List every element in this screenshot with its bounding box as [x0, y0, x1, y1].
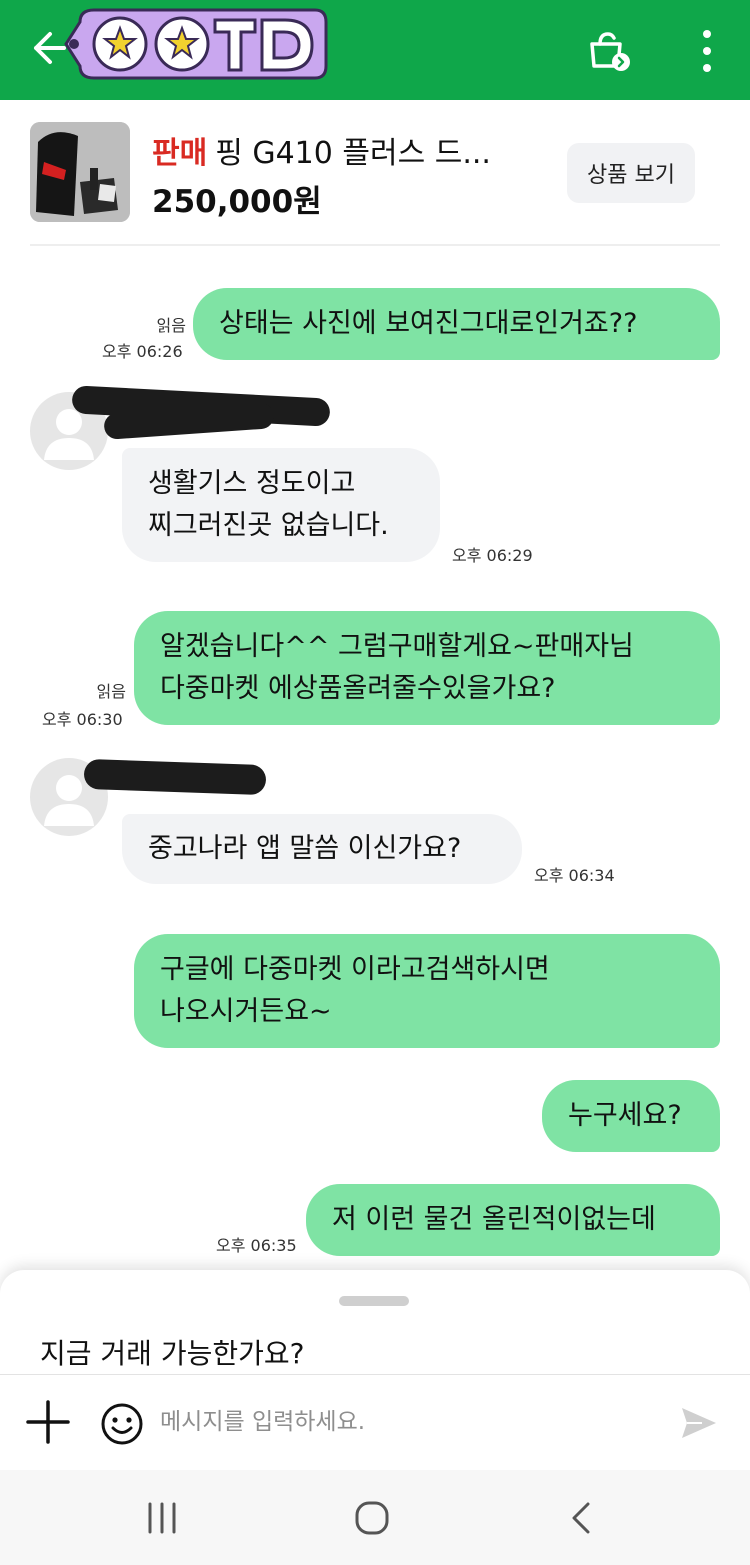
- message-text-line: 나오시거든요~: [160, 996, 332, 1027]
- system-nav-bar: [0, 1470, 750, 1565]
- message-time: 오후 06:26: [102, 342, 183, 361]
- message-time: 오후 06:35: [216, 1236, 297, 1255]
- outgoing-message[interactable]: 알겠습니다^^ 그럼구매할게요~판매자님 다중마켓 에상품올려줄수있을가요?: [134, 611, 720, 725]
- composer-divider: [0, 1374, 750, 1375]
- sheet-drag-handle[interactable]: [339, 1296, 409, 1306]
- back-nav-icon[interactable]: [562, 1498, 602, 1538]
- plus-icon[interactable]: [24, 1398, 72, 1446]
- product-title: 핑 G410 플러스 드...: [215, 136, 491, 171]
- message-text-line: 다중마켓 에상품올려줄수있을가요?: [160, 673, 556, 704]
- app-header: [0, 0, 750, 100]
- sale-status-label: 판매: [152, 136, 208, 171]
- message-time: 오후 06:34: [534, 866, 615, 885]
- product-thumbnail[interactable]: [30, 122, 130, 222]
- incoming-message[interactable]: 중고나라 앱 말씀 이신가요?: [122, 814, 522, 884]
- golf-driver-image: [30, 122, 130, 222]
- send-icon[interactable]: [678, 1402, 720, 1444]
- recent-apps-icon[interactable]: [142, 1498, 182, 1538]
- message-text: 중고나라 앱 말씀 이신가요?: [148, 833, 462, 864]
- message-text: 저 이런 물건 올린적이없는데: [332, 1204, 656, 1235]
- message-text-line: 구글에 다중마켓 이라고검색하시면: [160, 954, 550, 985]
- read-receipt: 읽음: [96, 682, 126, 701]
- message-time: 오후 06:30: [42, 710, 123, 729]
- product-title-line: 판매 핑 G410 플러스 드...: [152, 128, 491, 172]
- view-product-button[interactable]: 상품 보기: [567, 143, 695, 203]
- ootd-sticker: [64, 8, 328, 80]
- quick-reply-suggestion[interactable]: 지금 거래 가능한가요?: [40, 1332, 305, 1372]
- message-text-line: 생활기스 정도이고: [148, 468, 356, 499]
- message-input[interactable]: [160, 1398, 660, 1446]
- incoming-message[interactable]: 생활기스 정도이고 찌그러진곳 없습니다.: [122, 448, 440, 562]
- message-time: 오후 06:29: [452, 546, 533, 565]
- product-bar[interactable]: 판매 핑 G410 플러스 드... 250,000원 상품 보기: [0, 100, 750, 246]
- outgoing-message[interactable]: 상태는 사진에 보여진그대로인거죠??: [193, 288, 720, 360]
- message-text-line: 찌그러진곳 없습니다.: [148, 510, 389, 541]
- message-text: 상태는 사진에 보여진그대로인거죠??: [219, 308, 638, 339]
- emoji-icon[interactable]: [100, 1402, 144, 1446]
- outgoing-message[interactable]: 저 이런 물건 올린적이없는데: [306, 1184, 720, 1256]
- composer-sheet: 지금 거래 가능한가요?: [0, 1270, 750, 1480]
- redacted-sender-name: [83, 758, 267, 796]
- outgoing-message[interactable]: 누구세요?: [542, 1080, 720, 1152]
- read-receipt: 읽음: [156, 316, 186, 335]
- home-icon[interactable]: [352, 1498, 392, 1538]
- outgoing-message[interactable]: 구글에 다중마켓 이라고검색하시면 나오시거든요~: [134, 934, 720, 1048]
- product-divider: [30, 244, 720, 246]
- more-vertical-icon[interactable]: [700, 28, 714, 74]
- bag-chat-icon[interactable]: [582, 24, 634, 76]
- message-text: 누구세요?: [568, 1100, 682, 1131]
- message-text-line: 알겠습니다^^ 그럼구매할게요~판매자님: [160, 631, 634, 662]
- product-price: 250,000원: [152, 184, 322, 220]
